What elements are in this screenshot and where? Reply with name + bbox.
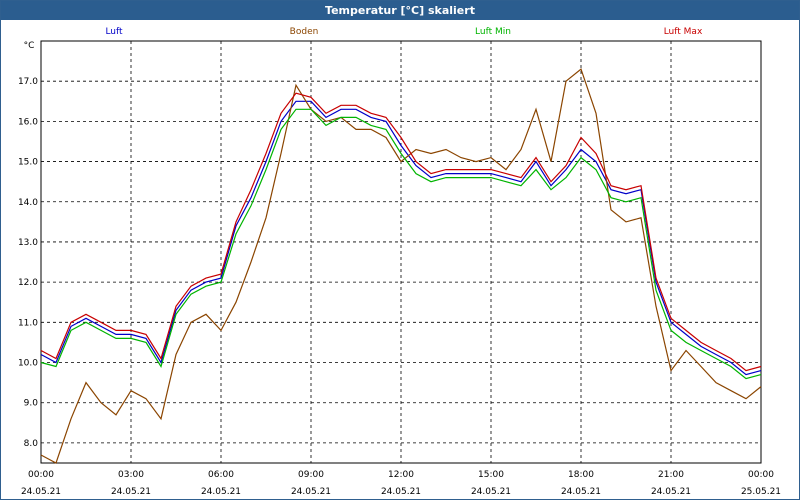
x-tick-time: 00:00 xyxy=(28,470,54,480)
chart-window: Temperatur [°C] skaliert 8.0 9.0 10.0 11.0 1… xyxy=(0,0,800,500)
legend-entry-boden: Boden xyxy=(290,27,319,37)
x-tick-date: 24.05.21 xyxy=(21,487,61,497)
y-tick-label: 16.0 xyxy=(18,117,38,127)
y-tick-label: 15.0 xyxy=(18,158,38,168)
x-tick-date: 24.05.21 xyxy=(381,487,421,497)
y-tick-label: 10.0 xyxy=(18,359,38,369)
x-tick-date: 24.05.21 xyxy=(561,487,601,497)
y-tick-label: 11.0 xyxy=(18,318,38,328)
x-tick-time: 06:00 xyxy=(208,470,234,480)
x-tick-time: 12:00 xyxy=(388,470,414,480)
y-tick-label: 13.0 xyxy=(18,238,38,248)
x-tick-time: 15:00 xyxy=(478,470,504,480)
legend-entry-luft-min: Luft Min xyxy=(475,27,511,37)
x-tick-date: 24.05.21 xyxy=(291,487,331,497)
x-tick-time: 03:00 xyxy=(118,470,144,480)
x-tick-time: 21:00 xyxy=(658,470,684,480)
y-tick-label: 14.0 xyxy=(18,198,38,208)
legend-entry-luft-max: Luft Max xyxy=(664,27,703,37)
x-tick-date: 24.05.21 xyxy=(111,487,151,497)
y-axis-unit: °C xyxy=(24,41,35,51)
x-tick-date: 24.05.21 xyxy=(471,487,511,497)
x-tick-date: 24.05.21 xyxy=(201,487,241,497)
y-tick-label: 12.0 xyxy=(18,278,38,288)
x-tick-time: 09:00 xyxy=(298,470,324,480)
x-tick-date: 25.05.21 xyxy=(741,487,781,497)
x-tick-date: 24.05.21 xyxy=(651,487,691,497)
x-tick-time: 18:00 xyxy=(568,470,594,480)
y-tick-label: 17.0 xyxy=(18,77,38,87)
x-tick-time: 00:00 xyxy=(748,470,774,480)
legend-entry-luft: Luft xyxy=(105,27,123,37)
y-tick-label: 8.0 xyxy=(24,439,39,449)
temperature-chart: 8.0 9.0 10.0 11.0 12.0 13.0 14.0 15.0 16.0 17.0 °C… xyxy=(18,27,781,497)
y-tick-label: 9.0 xyxy=(24,399,39,409)
